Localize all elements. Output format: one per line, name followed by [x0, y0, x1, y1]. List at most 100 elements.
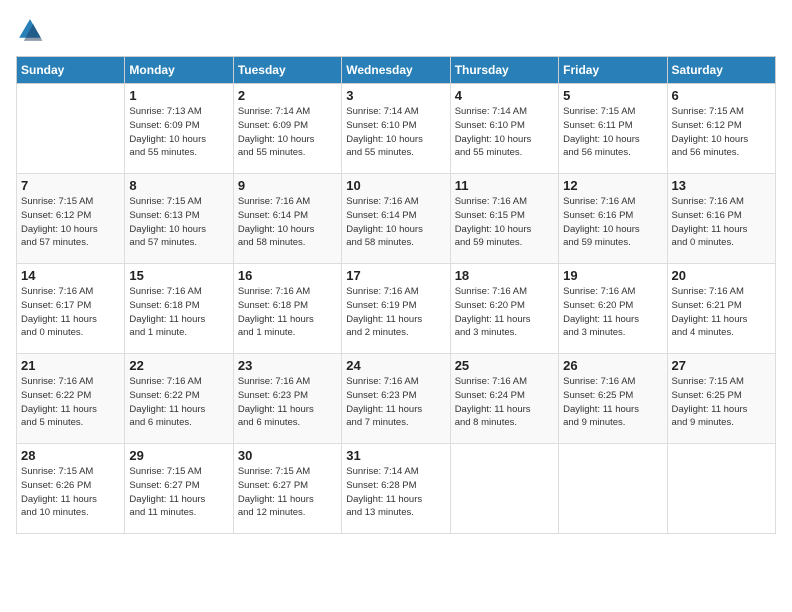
- day-info: Sunrise: 7:16 AM Sunset: 6:23 PM Dayligh…: [238, 375, 337, 430]
- weekday-header: Monday: [125, 57, 233, 84]
- day-info: Sunrise: 7:16 AM Sunset: 6:14 PM Dayligh…: [346, 195, 445, 250]
- calendar-cell: [17, 84, 125, 174]
- day-info: Sunrise: 7:15 AM Sunset: 6:12 PM Dayligh…: [21, 195, 120, 250]
- day-info: Sunrise: 7:15 AM Sunset: 6:25 PM Dayligh…: [672, 375, 771, 430]
- calendar-table: SundayMondayTuesdayWednesdayThursdayFrid…: [16, 56, 776, 534]
- calendar-cell: 7 Sunrise: 7:15 AM Sunset: 6:12 PM Daylig…: [17, 174, 125, 264]
- day-info: Sunrise: 7:16 AM Sunset: 6:18 PM Dayligh…: [129, 285, 228, 340]
- day-info: Sunrise: 7:14 AM Sunset: 6:09 PM Dayligh…: [238, 105, 337, 160]
- calendar-cell: 21 Sunrise: 7:16 AM Sunset: 6:22 PM Dayli…: [17, 354, 125, 444]
- calendar-cell: 5 Sunrise: 7:15 AM Sunset: 6:11 PM Daylig…: [559, 84, 667, 174]
- day-number: 2: [238, 88, 337, 103]
- calendar-cell: 25 Sunrise: 7:16 AM Sunset: 6:24 PM Dayli…: [450, 354, 558, 444]
- day-info: Sunrise: 7:16 AM Sunset: 6:24 PM Dayligh…: [455, 375, 554, 430]
- calendar-cell: 9Sunrise: 7:16 AM Sunset: 6:14 PM Daylig…: [233, 174, 341, 264]
- calendar-cell: 27 Sunrise: 7:15 AM Sunset: 6:25 PM Dayli…: [667, 354, 775, 444]
- logo-icon: [16, 16, 44, 44]
- day-info: Sunrise: 7:16 AM Sunset: 6:22 PM Dayligh…: [21, 375, 120, 430]
- weekday-header: Thursday: [450, 57, 558, 84]
- weekday-header: Tuesday: [233, 57, 341, 84]
- day-number: 1: [129, 88, 228, 103]
- day-number: 3: [346, 88, 445, 103]
- calendar-cell: 11 Sunrise: 7:16 AM Sunset: 6:15 PM Dayli…: [450, 174, 558, 264]
- weekday-header: Wednesday: [342, 57, 450, 84]
- day-info: Sunrise: 7:16 AM Sunset: 6:20 PM Dayligh…: [455, 285, 554, 340]
- calendar-cell: 18 Sunrise: 7:16 AM Sunset: 6:20 PM Dayli…: [450, 264, 558, 354]
- day-number: 16: [238, 268, 337, 283]
- calendar-cell: 19 Sunrise: 7:16 AM Sunset: 6:20 PM Dayli…: [559, 264, 667, 354]
- day-info: Sunrise: 7:14 AM Sunset: 6:10 PM Dayligh…: [346, 105, 445, 160]
- day-info: Sunrise: 7:15 AM Sunset: 6:11 PM Dayligh…: [563, 105, 662, 160]
- calendar-cell: 1 Sunrise: 7:13 AM Sunset: 6:09 PM Daylig…: [125, 84, 233, 174]
- day-info: Sunrise: 7:16 AM Sunset: 6:20 PM Dayligh…: [563, 285, 662, 340]
- day-info: Sunrise: 7:14 AM Sunset: 6:10 PM Dayligh…: [455, 105, 554, 160]
- day-number: 13: [672, 178, 771, 193]
- calendar-cell: 26 Sunrise: 7:16 AM Sunset: 6:25 PM Dayli…: [559, 354, 667, 444]
- day-info: Sunrise: 7:13 AM Sunset: 6:09 PM Dayligh…: [129, 105, 228, 160]
- day-number: 11: [455, 178, 554, 193]
- day-number: 28: [21, 448, 120, 463]
- calendar-cell: 12Sunrise: 7:16 AM Sunset: 6:16 PM Dayli…: [559, 174, 667, 264]
- page-header: [16, 16, 776, 44]
- calendar-cell: 28Sunrise: 7:15 AM Sunset: 6:26 PM Dayli…: [17, 444, 125, 534]
- day-number: 30: [238, 448, 337, 463]
- day-number: 18: [455, 268, 554, 283]
- weekday-header: Saturday: [667, 57, 775, 84]
- calendar-cell: 4 Sunrise: 7:14 AM Sunset: 6:10 PM Daylig…: [450, 84, 558, 174]
- calendar-cell: 29Sunrise: 7:15 AM Sunset: 6:27 PM Dayli…: [125, 444, 233, 534]
- day-info: Sunrise: 7:16 AM Sunset: 6:15 PM Dayligh…: [455, 195, 554, 250]
- day-info: Sunrise: 7:16 AM Sunset: 6:22 PM Dayligh…: [129, 375, 228, 430]
- calendar-cell: 13 Sunrise: 7:16 AM Sunset: 6:16 PM Dayli…: [667, 174, 775, 264]
- calendar-cell: 3 Sunrise: 7:14 AM Sunset: 6:10 PM Daylig…: [342, 84, 450, 174]
- day-number: 29: [129, 448, 228, 463]
- calendar-cell: 16 Sunrise: 7:16 AM Sunset: 6:18 PM Dayli…: [233, 264, 341, 354]
- day-number: 20: [672, 268, 771, 283]
- logo: [16, 16, 46, 44]
- day-number: 25: [455, 358, 554, 373]
- day-number: 31: [346, 448, 445, 463]
- day-info: Sunrise: 7:16 AM Sunset: 6:14 PM Dayligh…: [238, 195, 337, 250]
- calendar-cell: 20 Sunrise: 7:16 AM Sunset: 6:21 PM Dayli…: [667, 264, 775, 354]
- calendar-cell: [559, 444, 667, 534]
- weekday-header-row: SundayMondayTuesdayWednesdayThursdayFrid…: [17, 57, 776, 84]
- day-number: 26: [563, 358, 662, 373]
- calendar-cell: 17 Sunrise: 7:16 AM Sunset: 6:19 PM Dayli…: [342, 264, 450, 354]
- day-info: Sunrise: 7:16 AM Sunset: 6:23 PM Dayligh…: [346, 375, 445, 430]
- day-number: 6: [672, 88, 771, 103]
- day-number: 19: [563, 268, 662, 283]
- day-info: Sunrise: 7:16 AM Sunset: 6:18 PM Dayligh…: [238, 285, 337, 340]
- day-info: Sunrise: 7:14 AM Sunset: 6:28 PM Dayligh…: [346, 465, 445, 520]
- calendar-week-row: 1 Sunrise: 7:13 AM Sunset: 6:09 PM Daylig…: [17, 84, 776, 174]
- calendar-cell: 14 Sunrise: 7:16 AM Sunset: 6:17 PM Dayli…: [17, 264, 125, 354]
- calendar-cell: [667, 444, 775, 534]
- day-number: 4: [455, 88, 554, 103]
- day-number: 10: [346, 178, 445, 193]
- day-number: 12: [563, 178, 662, 193]
- day-info: Sunrise: 7:15 AM Sunset: 6:27 PM Dayligh…: [238, 465, 337, 520]
- calendar-cell: 6 Sunrise: 7:15 AM Sunset: 6:12 PM Daylig…: [667, 84, 775, 174]
- day-info: Sunrise: 7:15 AM Sunset: 6:12 PM Dayligh…: [672, 105, 771, 160]
- day-info: Sunrise: 7:16 AM Sunset: 6:19 PM Dayligh…: [346, 285, 445, 340]
- day-number: 17: [346, 268, 445, 283]
- calendar-cell: 10 Sunrise: 7:16 AM Sunset: 6:14 PM Dayli…: [342, 174, 450, 264]
- calendar-cell: 15 Sunrise: 7:16 AM Sunset: 6:18 PM Dayli…: [125, 264, 233, 354]
- day-number: 8: [129, 178, 228, 193]
- calendar-cell: 22Sunrise: 7:16 AM Sunset: 6:22 PM Dayli…: [125, 354, 233, 444]
- day-number: 27: [672, 358, 771, 373]
- calendar-cell: 23Sunrise: 7:16 AM Sunset: 6:23 PM Dayli…: [233, 354, 341, 444]
- day-info: Sunrise: 7:16 AM Sunset: 6:21 PM Dayligh…: [672, 285, 771, 340]
- calendar-week-row: 21 Sunrise: 7:16 AM Sunset: 6:22 PM Dayli…: [17, 354, 776, 444]
- calendar-week-row: 7 Sunrise: 7:15 AM Sunset: 6:12 PM Daylig…: [17, 174, 776, 264]
- day-info: Sunrise: 7:16 AM Sunset: 6:16 PM Dayligh…: [672, 195, 771, 250]
- calendar-cell: [450, 444, 558, 534]
- calendar-cell: 24Sunrise: 7:16 AM Sunset: 6:23 PM Dayli…: [342, 354, 450, 444]
- calendar-week-row: 14 Sunrise: 7:16 AM Sunset: 6:17 PM Dayli…: [17, 264, 776, 354]
- day-number: 21: [21, 358, 120, 373]
- calendar-cell: 31 Sunrise: 7:14 AM Sunset: 6:28 PM Dayli…: [342, 444, 450, 534]
- day-info: Sunrise: 7:16 AM Sunset: 6:17 PM Dayligh…: [21, 285, 120, 340]
- day-info: Sunrise: 7:16 AM Sunset: 6:25 PM Dayligh…: [563, 375, 662, 430]
- day-number: 5: [563, 88, 662, 103]
- day-number: 14: [21, 268, 120, 283]
- day-number: 7: [21, 178, 120, 193]
- day-number: 15: [129, 268, 228, 283]
